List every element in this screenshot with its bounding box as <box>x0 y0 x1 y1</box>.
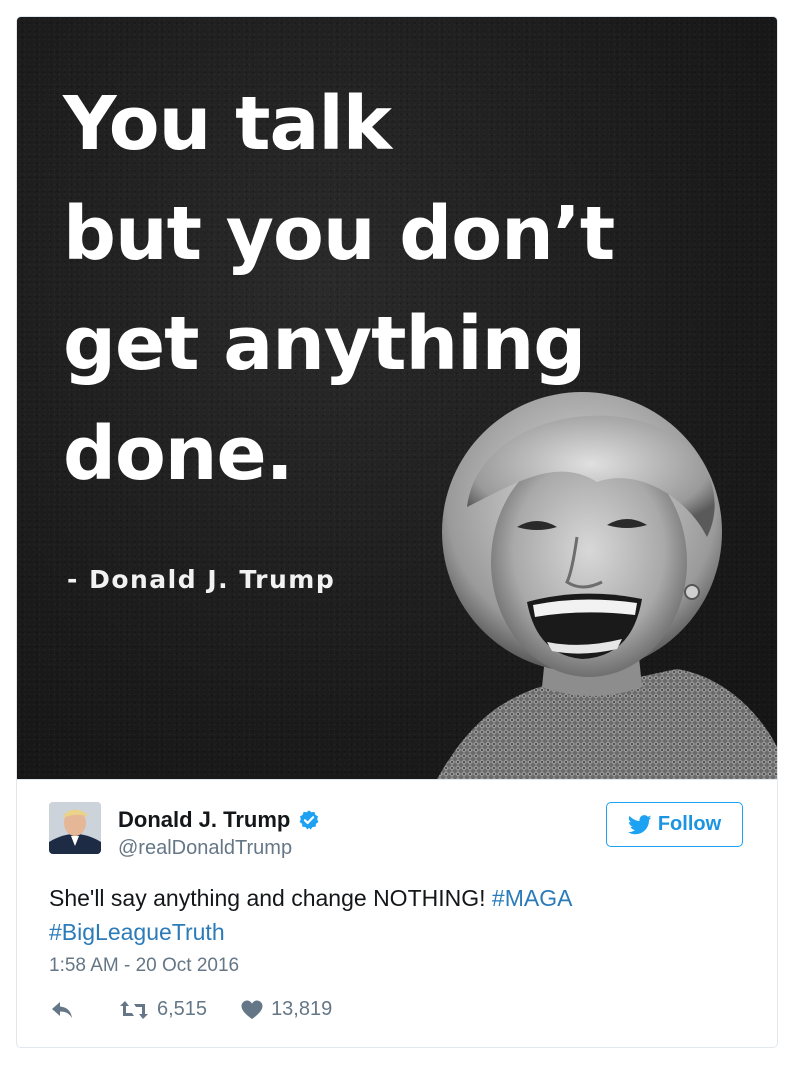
quote-attribution: - Donald J. Trump <box>67 565 336 594</box>
follow-button[interactable]: Follow <box>606 802 743 847</box>
retweet-count: 6,515 <box>157 998 208 1020</box>
verified-badge-icon <box>299 810 319 830</box>
retweet-icon <box>120 1000 148 1019</box>
tweet-actions: 6,515 13,819 <box>49 998 332 1021</box>
quote-line: You talk <box>63 81 392 167</box>
tweet-timestamp[interactable]: 1:58 AM - 20 Oct 2016 <box>49 955 239 977</box>
hashtag-link[interactable]: #MAGA <box>492 885 573 911</box>
author-name-row: Donald J. Trump <box>118 807 320 833</box>
retweet-button[interactable]: 6,515 <box>119 998 207 1021</box>
author-display-name[interactable]: Donald J. Trump <box>118 807 290 833</box>
laughing-woman-portrait <box>437 392 777 779</box>
like-button[interactable]: 13,819 <box>241 998 332 1021</box>
tweet-text-body: She'll say anything and change NOTHING! <box>49 885 492 911</box>
tweet-image[interactable]: You talk but you don’t get anything done… <box>17 17 777 780</box>
like-count: 13,819 <box>271 998 333 1020</box>
heart-icon <box>241 1000 263 1019</box>
avatar-image <box>49 802 101 854</box>
twitter-bird-icon <box>627 814 652 834</box>
reply-icon <box>52 1001 72 1018</box>
follow-button-label: Follow <box>657 813 722 835</box>
quote-line: but you don’t <box>63 191 615 277</box>
author-avatar[interactable] <box>49 802 101 854</box>
embedded-tweet-card: You talk but you don’t get anything done… <box>16 16 778 1048</box>
hashtag-link[interactable]: #BigLeagueTruth <box>49 919 225 945</box>
reply-button[interactable] <box>49 999 75 1021</box>
tweet-text: She'll say anything and change NOTHING! … <box>49 881 749 949</box>
author-handle[interactable]: @realDonaldTrump <box>118 837 292 860</box>
quote-line: get anything <box>63 301 586 387</box>
